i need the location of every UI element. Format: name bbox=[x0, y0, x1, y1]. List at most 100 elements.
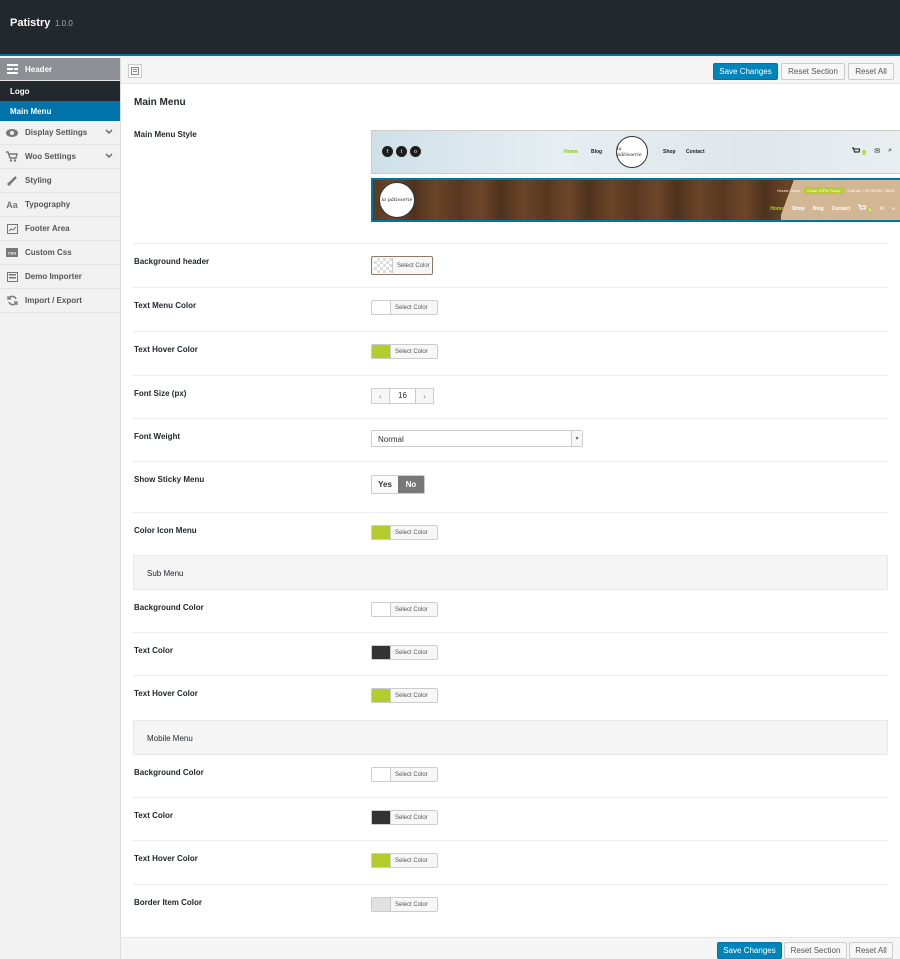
sidebar-item-label: Header bbox=[25, 64, 53, 74]
text-hover-color-picker[interactable]: Select Color bbox=[371, 344, 438, 359]
sub-menu-text-color-row: Text Color Select Color bbox=[133, 633, 888, 676]
color-swatch bbox=[372, 689, 391, 702]
text-hover-color-row: Text Hover Color Select Color bbox=[133, 332, 888, 376]
background-header-color-picker[interactable]: Select Color bbox=[371, 256, 433, 275]
color-swatch bbox=[372, 768, 391, 781]
svg-text:CSS: CSS bbox=[8, 251, 17, 256]
sidebar-item-label: Display Settings bbox=[25, 128, 88, 137]
reset-all-button[interactable]: Reset All bbox=[849, 942, 893, 959]
reset-section-button[interactable]: Reset Section bbox=[781, 63, 845, 80]
sidebar-item-import-export[interactable]: Import / Export bbox=[0, 289, 120, 313]
decrement-button[interactable]: ‹ bbox=[372, 389, 389, 403]
sidebar-item-typography[interactable]: Aa Typography bbox=[0, 193, 120, 217]
mobile-menu-background-color-row: Background Color Select Color bbox=[133, 755, 888, 798]
mobile-menu-border-item-color-picker[interactable]: Select Color bbox=[371, 897, 438, 912]
preview-nav-item: Home bbox=[564, 149, 578, 155]
field-label: Text Hover Color bbox=[134, 854, 198, 863]
select-color-label: Select Color bbox=[395, 529, 428, 536]
text-menu-color-picker[interactable]: Select Color bbox=[371, 300, 438, 315]
app-version: 1.0.0 bbox=[55, 19, 73, 28]
color-icon-menu-row: Color Icon Menu Select Color bbox=[133, 513, 888, 555]
sidebar-item-styling[interactable]: Styling bbox=[0, 169, 120, 193]
select-color-label: Select Color bbox=[395, 649, 428, 656]
select-color-label: Select Color bbox=[395, 814, 428, 821]
subsection-title: Mobile Menu bbox=[147, 734, 193, 743]
save-changes-button[interactable]: Save Changes bbox=[713, 63, 778, 80]
color-swatch bbox=[372, 646, 391, 659]
mail-icon: ✉ bbox=[874, 148, 881, 155]
select-color-label: Select Color bbox=[395, 348, 428, 355]
toggle-yes-option[interactable]: Yes bbox=[372, 476, 398, 493]
section-title: Main Menu bbox=[134, 97, 186, 108]
sidebar-item-footer-area[interactable]: Footer Area bbox=[0, 217, 120, 241]
color-swatch bbox=[372, 898, 391, 911]
preview-nav-item: Blog bbox=[812, 205, 824, 212]
increment-button[interactable]: › bbox=[416, 389, 433, 403]
footer-icon bbox=[6, 223, 18, 235]
font-size-stepper[interactable]: ‹ 16 › bbox=[371, 388, 434, 404]
background-header-row: Background header Select Color bbox=[133, 244, 888, 288]
font-size-value[interactable]: 16 bbox=[389, 389, 416, 403]
sticky-menu-toggle[interactable]: Yes No bbox=[371, 475, 425, 494]
field-label: Text Hover Color bbox=[134, 345, 198, 354]
sidebar-item-label: Demo Importer bbox=[25, 272, 82, 281]
sidebar-item-display-settings[interactable]: Display Settings bbox=[0, 121, 120, 145]
call-text: Call Us: +00 35 854 78631 bbox=[847, 188, 895, 193]
sidebar-item-label: Import / Export bbox=[25, 296, 82, 305]
sub-menu-text-hover-color-picker[interactable]: Select Color bbox=[371, 688, 438, 703]
save-changes-button[interactable]: Save Changes bbox=[717, 942, 782, 959]
expand-options-button[interactable] bbox=[128, 64, 142, 78]
color-swatch bbox=[374, 258, 393, 273]
preview-topbar: Hours: Open Close 10PM Today Call Us: +0… bbox=[777, 187, 895, 194]
color-icon-menu-picker[interactable]: Select Color bbox=[371, 525, 438, 540]
sidebar-item-header[interactable]: Header bbox=[0, 58, 120, 81]
cart-icon: 0 bbox=[852, 147, 867, 156]
app-title: Patistry bbox=[10, 17, 51, 29]
twitter-icon: t bbox=[396, 146, 407, 157]
sub-menu-text-color-picker[interactable]: Select Color bbox=[371, 645, 438, 660]
reset-section-button[interactable]: Reset Section bbox=[784, 942, 847, 959]
mobile-menu-text-hover-color-picker[interactable]: Select Color bbox=[371, 853, 438, 868]
preview-nav-item: Shop bbox=[792, 205, 805, 212]
field-label: Font Size (px) bbox=[134, 389, 187, 398]
select-color-label: Select Color bbox=[395, 857, 428, 864]
top-toolbar: Save Changes Reset Section Reset All bbox=[121, 58, 900, 84]
mobile-menu-background-color-picker[interactable]: Select Color bbox=[371, 767, 438, 782]
select-color-label: Select Color bbox=[395, 606, 428, 613]
eye-icon bbox=[6, 127, 18, 139]
color-swatch bbox=[372, 345, 391, 358]
header-icon bbox=[6, 63, 18, 75]
menu-style-option-2[interactable]: la pâtisserie Hours: Open Close 10PM Tod… bbox=[371, 178, 900, 222]
color-swatch bbox=[372, 301, 391, 314]
sidebar-subitem-logo[interactable]: Logo bbox=[0, 81, 120, 101]
brand-logo: la pâtisserie bbox=[379, 182, 415, 218]
sidebar-item-label: Woo Settings bbox=[25, 152, 76, 161]
hours-text: Hours: Open bbox=[777, 188, 801, 193]
sub-menu-background-color-picker[interactable]: Select Color bbox=[371, 602, 438, 617]
search-icon: ⌕ bbox=[892, 205, 895, 212]
field-label: Border Item Color bbox=[134, 898, 203, 907]
hours-badge: Close 10PM Today bbox=[804, 187, 844, 194]
expand-icon bbox=[131, 67, 139, 75]
reset-all-button[interactable]: Reset All bbox=[848, 63, 894, 80]
chevron-down-icon bbox=[105, 152, 113, 161]
toggle-no-option[interactable]: No bbox=[398, 476, 424, 493]
sidebar-subitem-main-menu[interactable]: Main Menu bbox=[0, 101, 120, 121]
menu-style-option-1[interactable]: f t o Home Blog la pâtisserie Shop Conta… bbox=[371, 130, 900, 174]
sidebar-item-custom-css[interactable]: CSS Custom Css bbox=[0, 241, 120, 265]
mobile-menu-text-color-row: Text Color Select Color bbox=[133, 798, 888, 841]
css-icon: CSS bbox=[6, 247, 18, 259]
mobile-menu-text-color-picker[interactable]: Select Color bbox=[371, 810, 438, 825]
preview-nav: Home Shop Blog Contact 0 ✉ ⌕ bbox=[770, 204, 895, 213]
select-color-label: Select Color bbox=[395, 692, 428, 699]
instagram-icon: o bbox=[410, 146, 421, 157]
select-color-label: Select Color bbox=[395, 901, 428, 908]
font-weight-select[interactable]: Normal ▾ bbox=[371, 430, 583, 447]
sidebar-item-demo-importer[interactable]: Demo Importer bbox=[0, 265, 120, 289]
mobile-menu-section-header: Mobile Menu bbox=[133, 720, 888, 755]
sidebar-item-woo-settings[interactable]: Woo Settings bbox=[0, 145, 120, 169]
sub-menu-section-header: Sub Menu bbox=[133, 555, 888, 590]
color-swatch bbox=[372, 526, 391, 539]
sidebar-item-label: Footer Area bbox=[25, 224, 70, 233]
cart-icon: 0 bbox=[858, 204, 872, 213]
